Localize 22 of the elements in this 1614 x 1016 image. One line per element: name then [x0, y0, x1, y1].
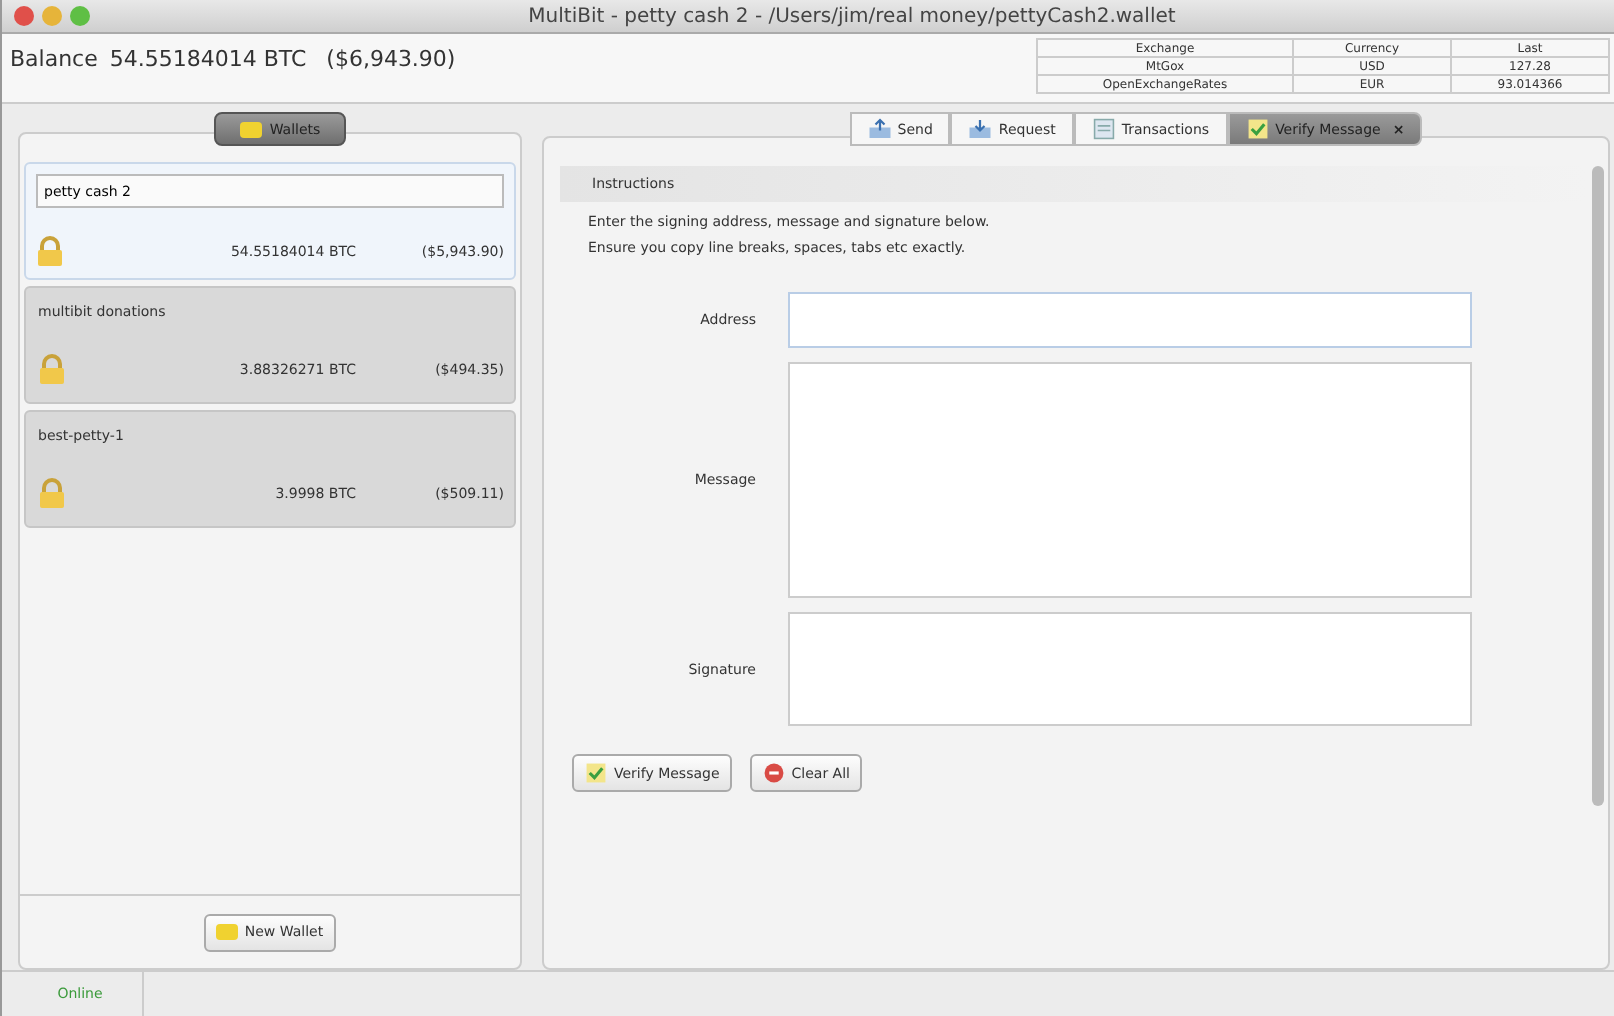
padlock-icon	[38, 354, 66, 386]
send-icon	[867, 118, 892, 140]
message-field[interactable]	[788, 362, 1472, 598]
signature-field[interactable]	[788, 612, 1472, 726]
address-field[interactable]	[788, 292, 1472, 348]
list-icon	[1091, 118, 1116, 140]
wallet-icon	[216, 924, 239, 940]
close-button[interactable]	[14, 6, 34, 26]
scrollbar[interactable]	[1592, 166, 1604, 806]
wallet-icon	[239, 121, 262, 137]
note-check-icon	[1245, 118, 1270, 140]
inbox-icon	[968, 118, 993, 140]
balance-label: Balance	[10, 46, 98, 72]
balance-btc: 54.55184014 BTC	[109, 46, 307, 72]
minimize-button[interactable]	[42, 6, 62, 26]
padlock-icon	[38, 478, 66, 510]
note-check-icon	[584, 762, 608, 784]
balance-fiat: ($6,943.90)	[326, 46, 456, 72]
padlock-icon	[36, 236, 64, 268]
window-title: MultiBit - petty cash 2 - /Users/jim/real money/pettyCash2.wallet	[526, 5, 1178, 27]
minus-circle-icon	[761, 762, 786, 784]
zoom-button[interactable]	[70, 6, 90, 26]
